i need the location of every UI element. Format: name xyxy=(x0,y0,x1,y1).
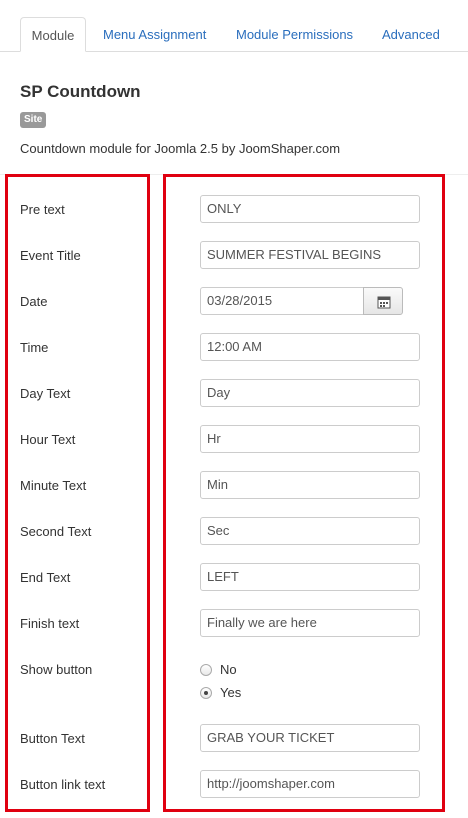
button-link-text-label: Button link text xyxy=(20,777,106,792)
button-text-label: Button Text xyxy=(20,731,85,746)
date-label: Date xyxy=(20,294,48,309)
event-title-input[interactable]: SUMMER FESTIVAL BEGINS xyxy=(200,241,420,269)
show-button-no-radio[interactable] xyxy=(200,664,212,676)
day-text-label: Day Text xyxy=(20,386,71,401)
tab-module[interactable]: Module xyxy=(20,17,86,52)
minute-text-label: Minute Text xyxy=(20,478,87,493)
show-button-label: Show button xyxy=(20,662,93,677)
calendar-icon xyxy=(377,296,391,309)
day-text-input[interactable]: Day xyxy=(200,379,420,407)
date-picker-button[interactable] xyxy=(363,287,403,315)
pre-text-label: Pre text xyxy=(20,202,65,217)
hour-text-input[interactable]: Hr xyxy=(200,425,420,453)
button-text-input[interactable]: GRAB YOUR TICKET xyxy=(200,724,420,752)
module-title: SP Countdown xyxy=(20,82,141,101)
hour-text-label: Hour Text xyxy=(20,432,76,447)
button-link-text-input[interactable]: http://joomshaper.com xyxy=(200,770,420,798)
event-title-label: Event Title xyxy=(20,248,81,263)
module-description: Countdown module for Joomla 2.5 by JoomS… xyxy=(20,141,341,156)
date-input[interactable]: 03/28/2015 xyxy=(200,287,364,315)
show-button-yes-radio[interactable] xyxy=(200,687,212,699)
tab-menu-assignment[interactable]: Menu Assignment xyxy=(103,17,206,52)
finish-text-input[interactable]: Finally we are here xyxy=(200,609,420,637)
show-button-no-label[interactable]: No xyxy=(220,662,237,677)
finish-text-label: Finish text xyxy=(20,616,80,631)
pre-text-input[interactable]: ONLY xyxy=(200,195,420,223)
second-text-label: Second Text xyxy=(20,524,92,539)
show-button-yes-label[interactable]: Yes xyxy=(220,685,241,700)
end-text-input[interactable]: LEFT xyxy=(200,563,420,591)
time-input[interactable]: 12:00 AM xyxy=(200,333,420,361)
tab-advanced[interactable]: Advanced xyxy=(382,17,440,52)
tab-module-permissions[interactable]: Module Permissions xyxy=(236,17,353,52)
second-text-input[interactable]: Sec xyxy=(200,517,420,545)
labels-highlight-box xyxy=(5,174,150,812)
tab-bar: Module Menu Assignment Module Permission… xyxy=(0,0,468,52)
end-text-label: End Text xyxy=(20,570,71,585)
time-label: Time xyxy=(20,340,49,355)
minute-text-input[interactable]: Min xyxy=(200,471,420,499)
site-badge: Site xyxy=(20,112,47,128)
